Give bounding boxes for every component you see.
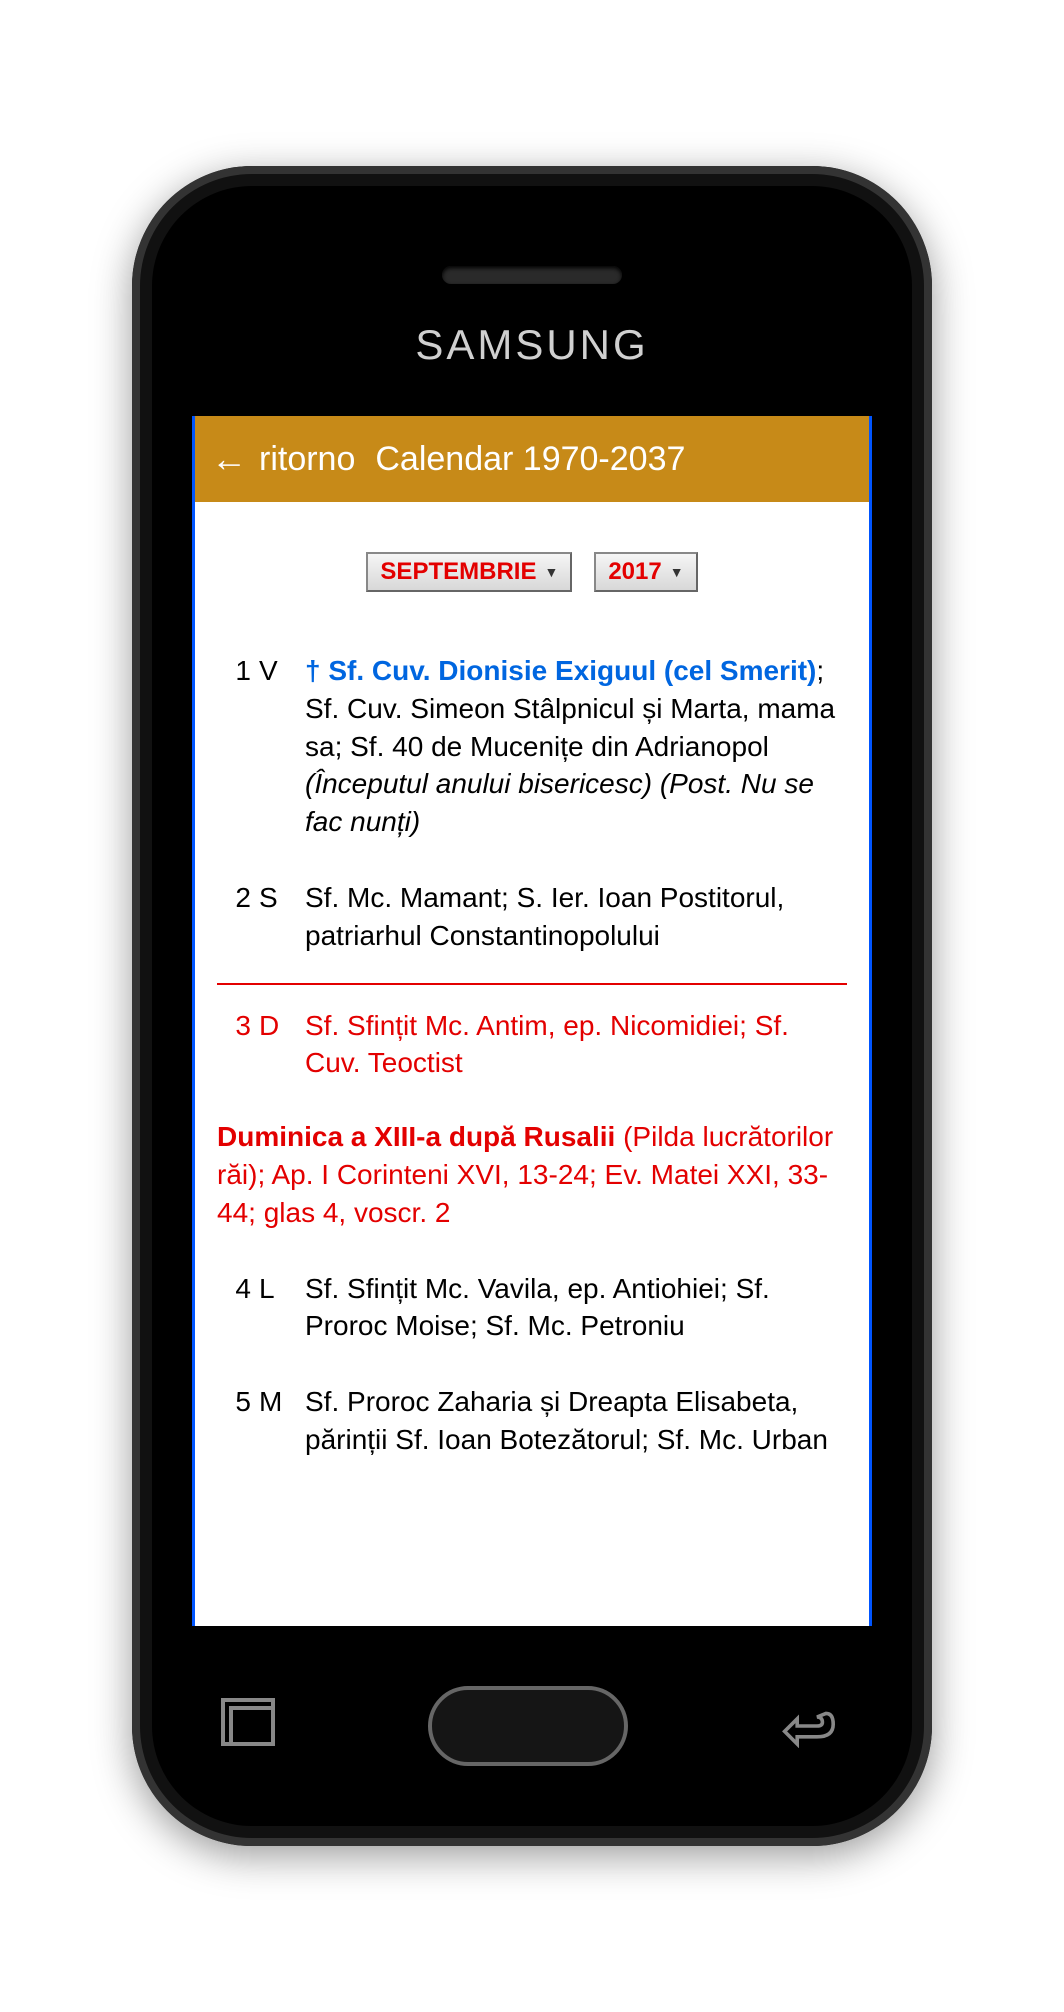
brand-label: SAMSUNG <box>415 321 648 369</box>
recent-apps-icon <box>229 1706 275 1746</box>
day-number: 5 <box>217 1383 259 1421</box>
day-row: 4 L Sf. Sfințit Mc. Vavila, ep. Antiohie… <box>217 1260 847 1374</box>
sunday-title: Duminica a XIII-a după Rusalii <box>217 1121 615 1152</box>
day-description: Sf. Sfințit Mc. Antim, ep. Nicomidiei; S… <box>305 1007 847 1083</box>
day-description: † Sf. Cuv. Dionisie Exiguul (cel Smerit)… <box>305 652 847 841</box>
day-description: Sf. Mc. Mamant; S. Ier. Ioan Postitorul,… <box>305 879 847 955</box>
day-letter: S <box>259 879 305 917</box>
day-number: 1 <box>217 652 259 690</box>
day-number: 3 <box>217 1007 259 1045</box>
day-letter: M <box>259 1383 305 1421</box>
date-selectors: SEPTEMBRIE ▼ 2017 ▼ <box>195 502 869 632</box>
recent-apps-button[interactable] <box>229 1706 275 1746</box>
back-arrow-icon[interactable]: ← <box>211 441 247 477</box>
day-number: 2 <box>217 879 259 917</box>
feast-note: (Începutul anului bisericesc) (Post. Nu … <box>305 768 814 837</box>
day-letter: V <box>259 652 305 690</box>
hardware-back-button[interactable] <box>781 1704 835 1748</box>
day-description: Sf. Proroc Zaharia și Dreapta Elisabeta,… <box>305 1383 847 1459</box>
feast-highlight: Sf. Cuv. Dionisie Exiguul (cel Smerit) <box>328 655 816 686</box>
sunday-block: 3 D Sf. Sfințit Mc. Antim, ep. Nicomidie… <box>217 983 847 1260</box>
day-row: 3 D Sf. Sfințit Mc. Antim, ep. Nicomidie… <box>217 997 847 1111</box>
speaker-grille <box>442 266 622 284</box>
day-row: 5 M Sf. Proroc Zaharia și Dreapta Elisab… <box>217 1373 847 1487</box>
back-icon <box>781 1704 835 1748</box>
sunday-note: Duminica a XIII-a după Rusalii (Pilda lu… <box>217 1110 847 1259</box>
hardware-buttons <box>152 1686 912 1766</box>
day-letter: L <box>259 1270 305 1308</box>
chevron-down-icon: ▼ <box>670 564 684 580</box>
home-button[interactable] <box>428 1686 628 1766</box>
year-value: 2017 <box>608 558 661 586</box>
cross-icon: † <box>305 655 321 686</box>
phone-inner: SAMSUNG ← ritorno Calendar 1970-2037 SEP… <box>152 186 912 1826</box>
back-label[interactable]: ritorno <box>259 440 355 479</box>
calendar-content[interactable]: 1 V † Sf. Cuv. Dionisie Exiguul (cel Sme… <box>195 632 869 1487</box>
app-bar: ← ritorno Calendar 1970-2037 <box>195 416 869 502</box>
day-number: 4 <box>217 1270 259 1308</box>
phone-frame: SAMSUNG ← ritorno Calendar 1970-2037 SEP… <box>132 166 932 1846</box>
screen: ← ritorno Calendar 1970-2037 SEPTEMBRIE … <box>192 416 872 1626</box>
day-row: 2 S Sf. Mc. Mamant; S. Ier. Ioan Postito… <box>217 869 847 983</box>
day-row: 1 V † Sf. Cuv. Dionisie Exiguul (cel Sme… <box>217 642 847 869</box>
chevron-down-icon: ▼ <box>544 564 558 580</box>
month-select[interactable]: SEPTEMBRIE ▼ <box>366 552 572 592</box>
year-select[interactable]: 2017 ▼ <box>594 552 697 592</box>
page-title: Calendar 1970-2037 <box>375 440 685 479</box>
day-letter: D <box>259 1007 305 1045</box>
month-value: SEPTEMBRIE <box>380 558 536 586</box>
day-description: Sf. Sfințit Mc. Vavila, ep. Antiohiei; S… <box>305 1270 847 1346</box>
